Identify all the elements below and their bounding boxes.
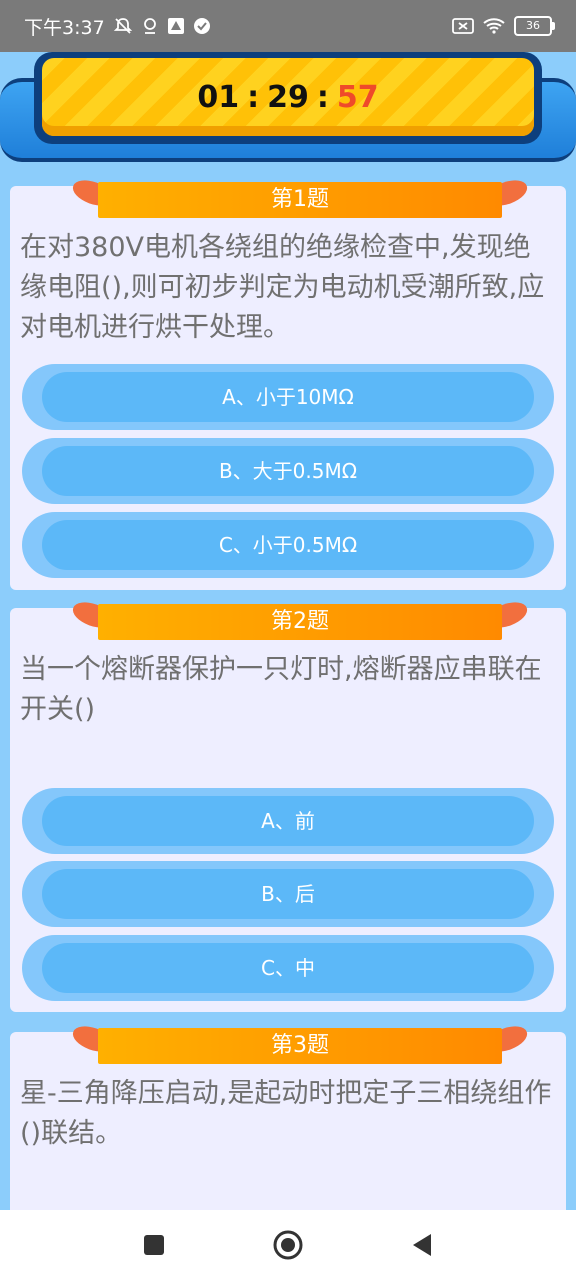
question-ribbon: 第3题 [69, 1021, 531, 1064]
option-b[interactable]: B、大于0.5MΩ [22, 438, 554, 504]
battery-icon: 36 [514, 16, 555, 36]
question-card-3: 第3题 星-三角降压启动,是起动时把定子三相绕组作()联结。 [10, 1021, 566, 1232]
question-card-1: 第1题 在对380V电机各绕组的绝缘检查中,发现绝缘电阻(),则可初步判定为电动… [10, 175, 566, 590]
option-label: A、前 [42, 796, 534, 846]
timer-header: 01 : 29 : 57 [0, 52, 576, 180]
question-number: 第2题 [271, 609, 329, 634]
question-number: 第1题 [271, 187, 329, 212]
home-icon[interactable] [271, 1228, 305, 1262]
option-label: C、中 [42, 943, 534, 993]
option-label: B、后 [42, 869, 534, 919]
sim-off-icon [452, 17, 474, 35]
option-c[interactable]: C、小于0.5MΩ [22, 512, 554, 578]
timer-sep-2: : [316, 79, 329, 115]
option-label: A、小于10MΩ [42, 372, 534, 422]
question-text: 星-三角降压启动,是起动时把定子三相绕组作()联结。 [20, 1078, 552, 1149]
wifi-icon [482, 17, 506, 35]
question-ribbon: 第2题 [69, 597, 531, 640]
status-bar: 下午3:37 36 [0, 0, 576, 52]
status-left: 下午3:37 [24, 13, 211, 40]
question-text: 在对380V电机各绕组的绝缘检查中,发现绝缘电阻(),则可初步判定为电动机受潮所… [20, 232, 545, 343]
status-time: 下午3:37 [24, 16, 105, 39]
timer-sep-1: : [247, 79, 260, 115]
option-c[interactable]: C、中 [22, 935, 554, 1001]
option-label: C、小于0.5MΩ [42, 520, 534, 570]
question-text: 当一个熔断器保护一只灯时,熔断器应串联在开关() [20, 654, 542, 725]
timer-minutes: 29 [267, 79, 309, 115]
status-right: 36 [452, 16, 555, 36]
app-icon [167, 17, 185, 35]
option-b[interactable]: B、后 [22, 861, 554, 927]
mute-icon [113, 16, 133, 36]
question-ribbon: 第1题 [69, 175, 531, 218]
option-label: B、大于0.5MΩ [42, 446, 534, 496]
option-a[interactable]: A、前 [22, 788, 554, 854]
timer-seconds: 57 [336, 79, 379, 115]
recents-icon[interactable] [137, 1228, 171, 1262]
back-icon[interactable] [405, 1228, 439, 1262]
check-icon [193, 17, 211, 35]
question-card-2: 第2题 当一个熔断器保护一只灯时,熔断器应串联在开关() A、前 B、后 C、中 [10, 597, 566, 1012]
navigation-bar [0, 1210, 576, 1280]
countdown-timer: 01 : 29 : 57 [42, 58, 534, 136]
location-icon [141, 16, 159, 36]
timer-hours: 01 [197, 79, 240, 115]
option-a[interactable]: A、小于10MΩ [22, 364, 554, 430]
question-number: 第3题 [271, 1033, 329, 1058]
